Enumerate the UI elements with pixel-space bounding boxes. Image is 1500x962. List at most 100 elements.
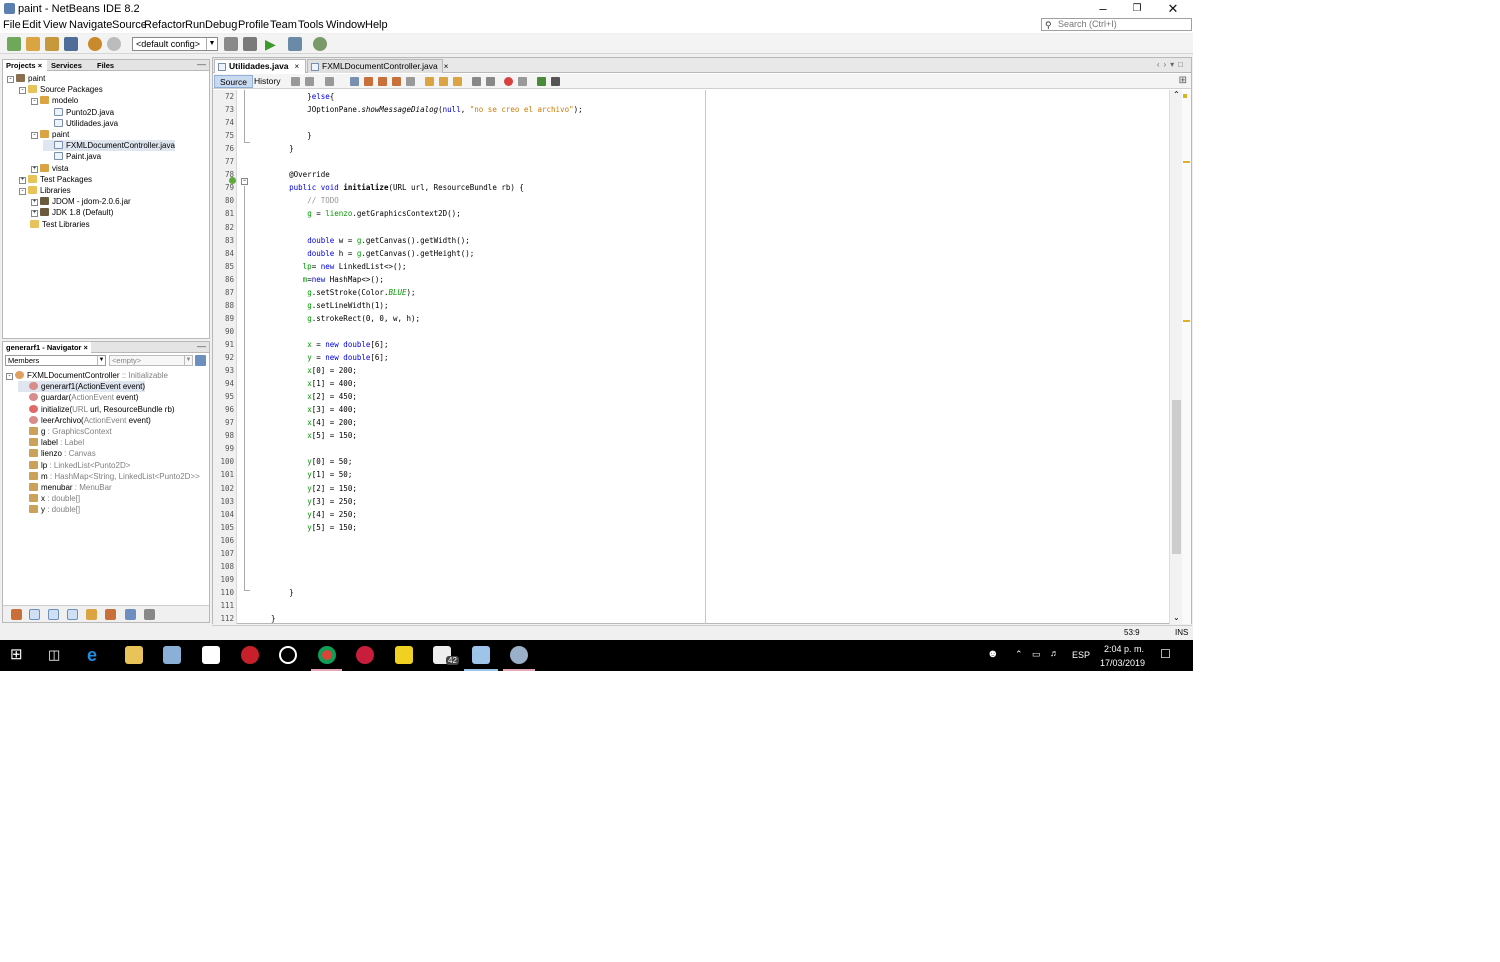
navigator-member[interactable]: lienzo : Canvas [18, 448, 96, 459]
code-line[interactable]: x[1] = 400; [253, 377, 357, 390]
code-line[interactable]: x[4] = 200; [253, 416, 357, 429]
paint-app-icon[interactable] [510, 646, 528, 664]
vertical-scrollbar[interactable]: ⌃ ⌄ [1169, 90, 1182, 624]
toggle-bookmark-icon[interactable] [453, 77, 462, 86]
menu-team[interactable]: Team [270, 19, 297, 31]
save-all-icon[interactable] [64, 37, 78, 51]
menu-edit[interactable]: Edit [22, 19, 41, 31]
override-annotation-icon[interactable] [229, 177, 236, 184]
minimize-button[interactable]: – [1085, 0, 1121, 18]
expand-icon[interactable]: + [19, 176, 26, 184]
sort-az-icon[interactable] [144, 609, 155, 620]
chevron-up-icon[interactable]: ⌃ [1015, 649, 1023, 660]
code-line[interactable]: } [253, 586, 294, 599]
code-line[interactable]: // TODO [253, 194, 339, 207]
members-select[interactable]: Members ▼ [5, 355, 106, 366]
volume-icon[interactable]: ♬ [1050, 648, 1059, 658]
menu-file[interactable]: File [3, 19, 21, 31]
network-app-icon[interactable] [163, 646, 181, 664]
close-button[interactable]: ✕ [1155, 0, 1191, 18]
code-line[interactable]: public void initialize(URL url, Resource… [253, 181, 524, 194]
last-edit-icon[interactable] [291, 77, 300, 86]
red-app-icon[interactable] [356, 646, 374, 664]
code-line[interactable]: m=new HashMap<>(); [253, 273, 384, 286]
file-explorer-icon[interactable] [125, 646, 143, 664]
navigator-settings-icon[interactable] [195, 355, 206, 366]
collapse-icon[interactable]: - [6, 373, 13, 380]
tree-item[interactable]: Test Libraries [19, 219, 90, 230]
shift-left-icon[interactable] [472, 77, 481, 86]
filter-select[interactable]: <empty> ▼ [109, 355, 193, 366]
close-icon[interactable]: × [84, 343, 88, 352]
tree-item[interactable]: Paint.java [43, 151, 101, 162]
close-icon[interactable]: × [38, 61, 42, 70]
code-line[interactable]: y = new double[6]; [253, 351, 388, 364]
store-icon[interactable] [202, 646, 220, 664]
tree-item[interactable]: - paint [7, 73, 45, 84]
scrollbar-thumb[interactable] [1172, 400, 1181, 554]
code-line[interactable]: y[4] = 250; [253, 508, 357, 521]
clean-build-icon[interactable] [243, 37, 257, 51]
acrobat-icon[interactable] [241, 646, 259, 664]
code-line[interactable]: } [253, 142, 294, 155]
expand-icon[interactable]: + [31, 165, 38, 173]
fold-toggle[interactable]: − [241, 178, 248, 185]
tree-item[interactable]: + JDOM - jdom-2.0.6.jar [31, 196, 131, 207]
menu-window[interactable]: Window [326, 19, 365, 31]
language-indicator[interactable]: ESP [1072, 650, 1090, 660]
find-icon[interactable] [350, 77, 359, 86]
minimize-pane-icon[interactable]: — [197, 341, 206, 351]
new-file-icon[interactable] [7, 37, 21, 51]
minimize-pane-icon[interactable]: — [197, 59, 206, 69]
code-line[interactable]: g.strokeRect(0, 0, w, h); [253, 312, 420, 325]
navigator-member[interactable]: x : double[] [18, 493, 80, 504]
code-line[interactable]: y[5] = 150; [253, 521, 357, 534]
menu-source[interactable]: Source [112, 19, 147, 31]
menu-tools[interactable]: Tools [298, 19, 324, 31]
shift-right-icon[interactable] [486, 77, 495, 86]
stripe-warning-mark[interactable] [1183, 320, 1190, 322]
comment-icon[interactable] [537, 77, 546, 86]
code-line[interactable]: y[2] = 150; [253, 482, 357, 495]
nonpublic-filter-icon[interactable] [67, 609, 78, 620]
people-icon[interactable]: ☻ [987, 648, 999, 660]
windows-start-icon[interactable]: ⊞ [10, 646, 28, 664]
chrome-icon[interactable] [318, 646, 336, 664]
tree-item[interactable]: FXMLDocumentController.java [43, 140, 175, 152]
media-player-icon[interactable] [279, 646, 297, 664]
navigator-member[interactable]: label : Label [18, 437, 84, 448]
navigator-member[interactable]: guardar(ActionEvent event) [18, 392, 138, 403]
menu-help[interactable]: Help [365, 19, 388, 31]
code-line[interactable]: y[0] = 50; [253, 455, 352, 468]
navigator-member[interactable]: y : double[] [18, 504, 80, 515]
netbeans-taskbar-icon[interactable] [472, 646, 490, 664]
redo-icon[interactable] [107, 37, 121, 51]
toggle-rect-select-icon[interactable] [406, 77, 415, 86]
start-macro-icon[interactable] [504, 77, 513, 86]
menu-debug[interactable]: Debug [205, 19, 237, 31]
new-project-icon[interactable] [26, 37, 40, 51]
restore-button[interactable]: ❐ [1119, 0, 1155, 18]
clock-time[interactable]: 2:04 p. m. [1104, 644, 1144, 654]
tree-item[interactable]: - Libraries [19, 185, 71, 196]
collapse-icon[interactable]: - [7, 76, 14, 83]
code-line[interactable]: } [253, 129, 312, 142]
clock-date[interactable]: 17/03/2019 [1100, 658, 1145, 668]
code-line[interactable]: x[3] = 400; [253, 403, 357, 416]
code-line[interactable]: lp= new LinkedList<>(); [253, 260, 407, 273]
navigator-member[interactable]: initialize(URL url, ResourceBundle rb) [18, 404, 175, 415]
open-project-icon[interactable] [45, 37, 59, 51]
code-line[interactable]: g.setStroke(Color.BLUE); [253, 286, 415, 299]
split-editor-icon[interactable]: ⊞ [1179, 75, 1187, 86]
menu-navigate[interactable]: Navigate [69, 19, 112, 31]
navigator-member[interactable]: leerArchivo(ActionEvent event) [18, 415, 151, 426]
code-line[interactable]: double w = g.getCanvas().getWidth(); [253, 234, 470, 247]
find-prev-icon[interactable] [364, 77, 373, 86]
tree-item[interactable]: - paint [31, 129, 69, 140]
navigator-member[interactable]: generarf1(ActionEvent event) [18, 381, 146, 393]
code-line[interactable]: y[1] = 50; [253, 468, 352, 481]
close-icon[interactable]: × [295, 62, 300, 71]
navigator-member[interactable]: g : GraphicsContext [18, 426, 112, 437]
source-mode-button[interactable]: Source [214, 75, 253, 88]
code-line[interactable]: x[5] = 150; [253, 429, 357, 442]
